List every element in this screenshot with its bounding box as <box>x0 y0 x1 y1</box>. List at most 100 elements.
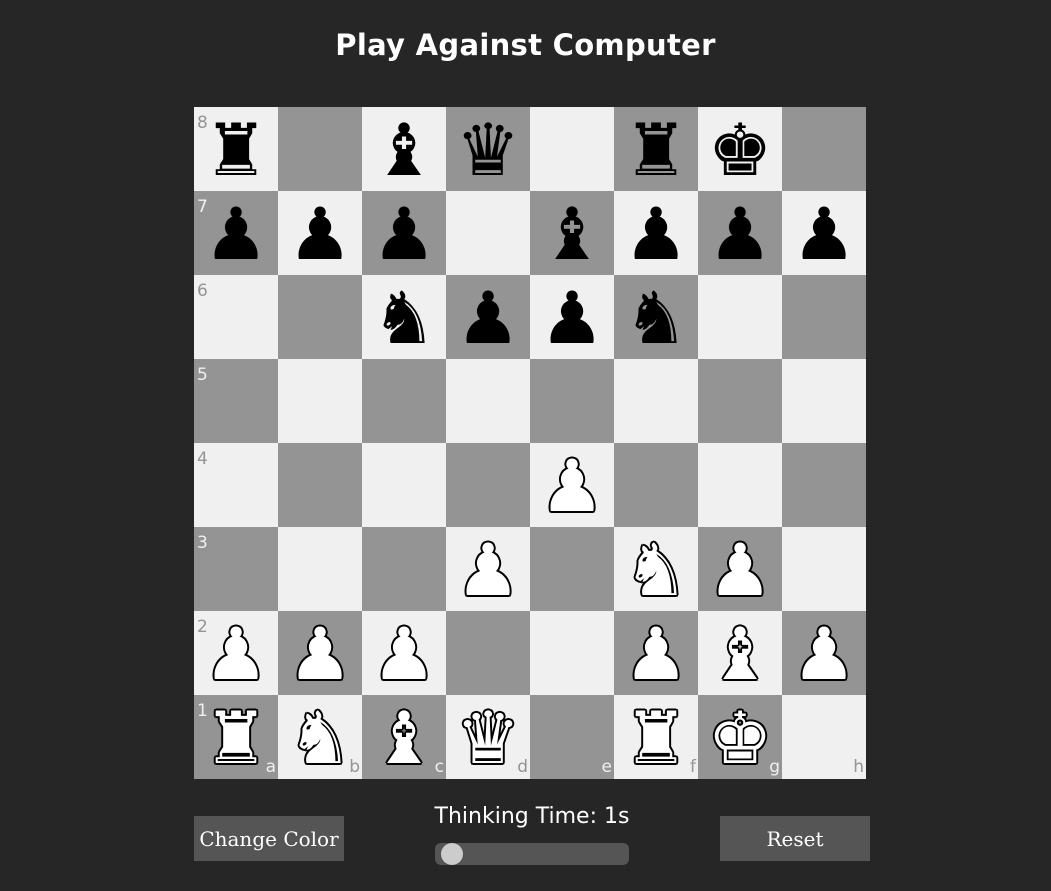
black-pawn-icon[interactable]: ♟ <box>698 191 782 276</box>
square-c5[interactable] <box>362 359 446 443</box>
square-b2[interactable]: ♟ <box>278 611 362 696</box>
black-pawn-icon[interactable]: ♟ <box>194 191 278 276</box>
square-h8[interactable] <box>782 107 866 191</box>
white-pawn-icon[interactable]: ♟ <box>782 611 866 696</box>
white-queen-icon[interactable]: ♛ <box>446 695 530 780</box>
black-pawn-icon[interactable]: ♟ <box>530 275 614 360</box>
square-d5[interactable] <box>446 359 530 443</box>
square-b8[interactable] <box>278 107 362 191</box>
square-h2[interactable]: ♟ <box>782 611 866 696</box>
white-knight-icon[interactable]: ♞ <box>614 527 698 612</box>
square-e8[interactable] <box>530 107 614 191</box>
white-pawn-icon[interactable]: ♟ <box>530 443 614 528</box>
square-c2[interactable]: ♟ <box>362 611 446 696</box>
black-pawn-icon[interactable]: ♟ <box>782 191 866 276</box>
black-knight-icon[interactable]: ♞ <box>614 275 698 360</box>
square-h4[interactable] <box>782 443 866 527</box>
square-f4[interactable] <box>614 443 698 527</box>
square-a3[interactable]: 3 <box>194 527 278 611</box>
white-pawn-icon[interactable]: ♟ <box>698 527 782 612</box>
square-a7[interactable]: 7 ♟ <box>194 191 278 276</box>
thinking-time-slider[interactable] <box>435 843 629 865</box>
square-h5[interactable] <box>782 359 866 443</box>
white-bishop-icon[interactable]: ♝ <box>698 611 782 696</box>
white-pawn-icon[interactable]: ♟ <box>278 611 362 696</box>
change-color-button[interactable]: Change Color <box>194 816 344 861</box>
square-b1[interactable]: b ♞ <box>278 695 362 780</box>
black-pawn-icon[interactable]: ♟ <box>446 275 530 360</box>
square-e3[interactable] <box>530 527 614 611</box>
square-e2[interactable] <box>530 611 614 695</box>
square-a1[interactable]: 1 a ♜ <box>194 695 278 780</box>
square-a8[interactable]: 8 ♜ <box>194 107 278 192</box>
square-d2[interactable] <box>446 611 530 695</box>
black-pawn-icon[interactable]: ♟ <box>362 191 446 276</box>
black-king-icon[interactable]: ♚ <box>698 107 782 192</box>
black-pawn-icon[interactable]: ♟ <box>278 191 362 276</box>
square-d4[interactable] <box>446 443 530 527</box>
square-h6[interactable] <box>782 275 866 359</box>
square-b4[interactable] <box>278 443 362 527</box>
square-g5[interactable] <box>698 359 782 443</box>
square-e1[interactable]: e <box>530 695 614 779</box>
square-c3[interactable] <box>362 527 446 611</box>
square-g1[interactable]: g ♚ <box>698 695 782 780</box>
square-c4[interactable] <box>362 443 446 527</box>
square-d7[interactable] <box>446 191 530 275</box>
square-g6[interactable] <box>698 275 782 359</box>
square-d6[interactable]: ♟ <box>446 275 530 360</box>
square-g2[interactable]: ♝ <box>698 611 782 696</box>
black-knight-icon[interactable]: ♞ <box>362 275 446 360</box>
square-h7[interactable]: ♟ <box>782 191 866 276</box>
square-h3[interactable] <box>782 527 866 611</box>
square-g8[interactable]: ♚ <box>698 107 782 192</box>
black-rook-icon[interactable]: ♜ <box>194 107 278 192</box>
square-b6[interactable] <box>278 275 362 359</box>
square-c6[interactable]: ♞ <box>362 275 446 360</box>
white-pawn-icon[interactable]: ♟ <box>614 611 698 696</box>
square-h1[interactable]: h <box>782 695 866 779</box>
square-f8[interactable]: ♜ <box>614 107 698 192</box>
square-a6[interactable]: 6 <box>194 275 278 359</box>
white-pawn-icon[interactable]: ♟ <box>362 611 446 696</box>
square-c8[interactable]: ♝ <box>362 107 446 192</box>
square-a4[interactable]: 4 <box>194 443 278 527</box>
black-queen-icon[interactable]: ♛ <box>446 107 530 192</box>
white-pawn-icon[interactable]: ♟ <box>194 611 278 696</box>
square-c7[interactable]: ♟ <box>362 191 446 276</box>
white-rook-icon[interactable]: ♜ <box>614 695 698 780</box>
square-d8[interactable]: ♛ <box>446 107 530 192</box>
black-bishop-icon[interactable]: ♝ <box>530 191 614 276</box>
square-g7[interactable]: ♟ <box>698 191 782 276</box>
black-bishop-icon[interactable]: ♝ <box>362 107 446 192</box>
square-e7[interactable]: ♝ <box>530 191 614 276</box>
white-knight-icon[interactable]: ♞ <box>278 695 362 780</box>
square-a5[interactable]: 5 <box>194 359 278 443</box>
square-f3[interactable]: ♞ <box>614 527 698 612</box>
white-bishop-icon[interactable]: ♝ <box>362 695 446 780</box>
square-f2[interactable]: ♟ <box>614 611 698 696</box>
square-f5[interactable] <box>614 359 698 443</box>
square-b3[interactable] <box>278 527 362 611</box>
square-g3[interactable]: ♟ <box>698 527 782 612</box>
white-king-icon[interactable]: ♚ <box>698 695 782 780</box>
black-rook-icon[interactable]: ♜ <box>614 107 698 192</box>
reset-button[interactable]: Reset <box>720 816 870 861</box>
square-a2[interactable]: 2 ♟ <box>194 611 278 696</box>
square-d3[interactable]: ♟ <box>446 527 530 612</box>
square-e4[interactable]: ♟ <box>530 443 614 528</box>
square-b7[interactable]: ♟ <box>278 191 362 276</box>
square-e6[interactable]: ♟ <box>530 275 614 360</box>
square-f1[interactable]: f ♜ <box>614 695 698 780</box>
white-rook-icon[interactable]: ♜ <box>194 695 278 780</box>
white-pawn-icon[interactable]: ♟ <box>446 527 530 612</box>
slider-thumb[interactable] <box>441 843 463 865</box>
square-f7[interactable]: ♟ <box>614 191 698 276</box>
square-f6[interactable]: ♞ <box>614 275 698 360</box>
black-pawn-icon[interactable]: ♟ <box>614 191 698 276</box>
square-b5[interactable] <box>278 359 362 443</box>
square-g4[interactable] <box>698 443 782 527</box>
square-c1[interactable]: c ♝ <box>362 695 446 780</box>
square-e5[interactable] <box>530 359 614 443</box>
square-d1[interactable]: d ♛ <box>446 695 530 780</box>
